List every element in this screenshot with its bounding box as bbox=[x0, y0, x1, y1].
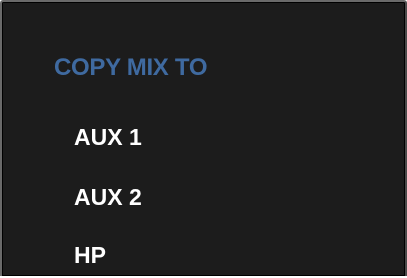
menu-item-hp[interactable]: HP bbox=[74, 242, 106, 269]
menu-header: COPY MIX TO bbox=[54, 54, 208, 81]
menu-item-aux-1[interactable]: AUX 1 bbox=[74, 124, 142, 151]
copy-mix-menu: COPY MIX TO AUX 1 AUX 2 HP bbox=[0, 0, 407, 276]
menu-item-aux-2[interactable]: AUX 2 bbox=[74, 184, 142, 211]
